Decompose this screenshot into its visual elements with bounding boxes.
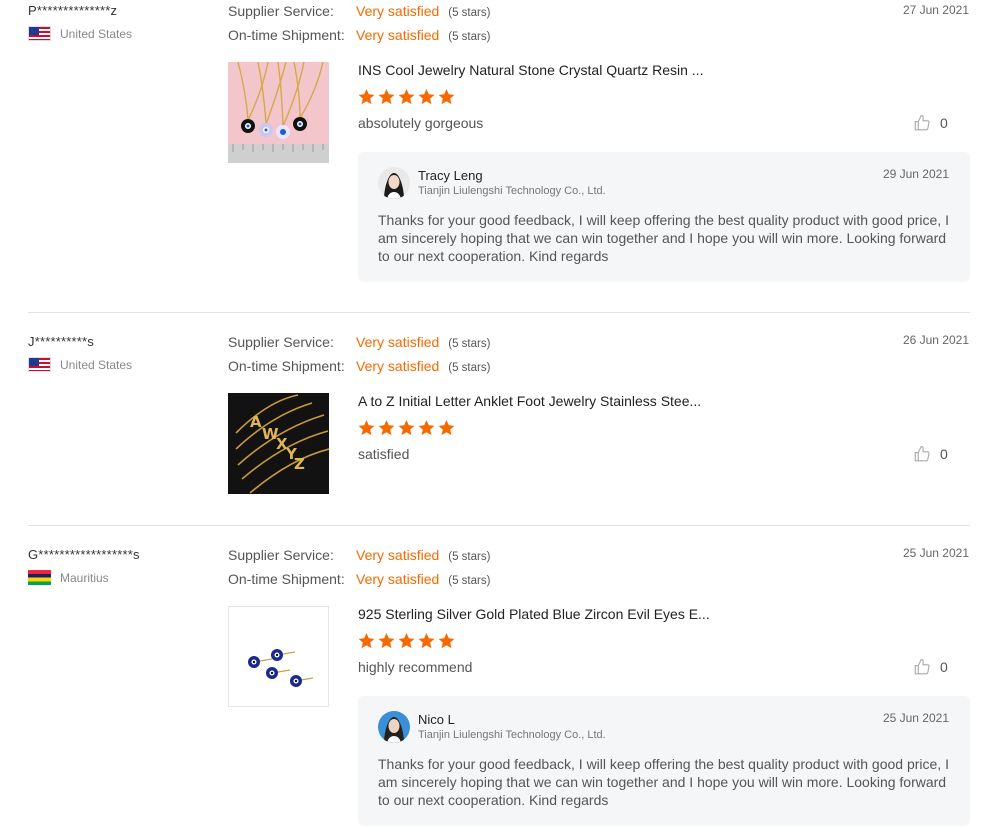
reply-text: Thanks for your good feedback, I will ke… xyxy=(378,212,949,264)
country-label: United States xyxy=(60,26,133,41)
helpful-button[interactable]: 0 xyxy=(913,658,948,676)
star-icon xyxy=(358,420,375,436)
star-icon xyxy=(418,420,435,436)
rating-stars-text: (5 stars) xyxy=(448,31,491,43)
supplier-service-rating: Supplier Service: Very satisfied (5 star… xyxy=(228,3,490,19)
reply-company: Tianjin Liulengshi Technology Co., Ltd. xyxy=(418,185,606,197)
product-title-link[interactable]: A to Z Initial Letter Anklet Foot Jewelr… xyxy=(358,393,701,409)
review-comment: absolutely gorgeous xyxy=(358,115,484,131)
shipment-rating: On-time Shipment: Very satisfied (5 star… xyxy=(228,571,490,587)
supplier-reply: Tracy Leng Tianjin Liulengshi Technology… xyxy=(358,152,970,282)
rating-value: Very satisfied xyxy=(356,358,440,374)
rating-value: Very satisfied xyxy=(356,27,440,43)
star-icon xyxy=(378,633,395,649)
product-title-link[interactable]: INS Cool Jewelry Natural Stone Crystal Q… xyxy=(358,62,703,78)
star-rating xyxy=(357,632,456,650)
review-comment: highly recommend xyxy=(358,659,473,675)
svg-text:A: A xyxy=(250,413,262,431)
reply-text: Thanks for your good feedback, I will ke… xyxy=(378,756,949,808)
review-date: 25 Jun 2021 xyxy=(902,546,969,560)
rating-label: On-time Shipment: xyxy=(228,358,345,374)
review-date: 27 Jun 2021 xyxy=(902,3,969,17)
supplier-service-rating: Supplier Service: Very satisfied (5 star… xyxy=(228,334,490,350)
helpful-button[interactable]: 0 xyxy=(913,445,948,463)
avatar xyxy=(378,711,410,743)
us-flag-icon xyxy=(28,26,51,41)
review-date: 26 Jun 2021 xyxy=(902,333,969,347)
rating-stars-text: (5 stars) xyxy=(448,7,491,19)
star-icon xyxy=(418,89,435,105)
star-icon xyxy=(398,633,415,649)
helpful-count: 0 xyxy=(940,446,948,462)
mauritius-flag-icon xyxy=(28,570,51,585)
star-icon xyxy=(358,633,375,649)
buyer-name: P**************z xyxy=(28,3,118,18)
rating-stars-text: (5 stars) xyxy=(448,362,491,374)
rating-stars-text: (5 stars) xyxy=(448,575,491,587)
shipment-rating: On-time Shipment: Very satisfied (5 star… xyxy=(228,27,490,43)
thumbs-up-icon xyxy=(914,445,930,462)
rating-value: Very satisfied xyxy=(356,334,440,350)
anklet-image[interactable]: A W X Y Z xyxy=(228,393,329,494)
helpful-count: 0 xyxy=(940,115,948,131)
shipment-rating: On-time Shipment: Very satisfied (5 star… xyxy=(228,358,490,374)
buyer-country: United States xyxy=(28,357,132,372)
country-label: Mauritius xyxy=(60,570,109,585)
product-title-link[interactable]: 925 Sterling Silver Gold Plated Blue Zir… xyxy=(358,606,710,622)
star-icon xyxy=(418,633,435,649)
star-rating xyxy=(357,419,456,437)
rating-value: Very satisfied xyxy=(356,547,440,563)
rating-stars-text: (5 stars) xyxy=(448,551,491,563)
reply-company: Tianjin Liulengshi Technology Co., Ltd. xyxy=(418,729,606,741)
thumbs-up-icon xyxy=(914,658,930,675)
us-flag-icon xyxy=(28,357,51,372)
rating-label: Supplier Service: xyxy=(228,3,334,19)
rating-value: Very satisfied xyxy=(356,3,440,19)
star-icon xyxy=(438,420,455,436)
supplier-reply: Nico L Tianjin Liulengshi Technology Co.… xyxy=(358,696,970,826)
necklace-image[interactable] xyxy=(228,62,329,163)
star-rating xyxy=(357,88,456,106)
country-label: United States xyxy=(60,357,133,372)
supplier-service-rating: Supplier Service: Very satisfied (5 star… xyxy=(228,547,490,563)
avatar xyxy=(378,167,410,199)
star-icon xyxy=(398,420,415,436)
divider xyxy=(28,312,970,313)
buyer-name: G******************s xyxy=(28,547,140,562)
buyer-country: United States xyxy=(28,26,132,41)
reply-date: 25 Jun 2021 xyxy=(882,711,949,725)
rating-label: On-time Shipment: xyxy=(228,27,345,43)
reply-author-name: Tracy Leng xyxy=(418,168,483,183)
star-icon xyxy=(398,89,415,105)
review-item: J**********s United States Supplier Serv… xyxy=(0,331,992,525)
star-icon xyxy=(438,89,455,105)
thumbs-up-icon xyxy=(914,114,930,131)
helpful-count: 0 xyxy=(940,659,948,675)
helpful-button[interactable]: 0 xyxy=(913,114,948,132)
rating-label: On-time Shipment: xyxy=(228,571,345,587)
svg-text:Z: Z xyxy=(294,455,305,473)
rating-value: Very satisfied xyxy=(356,571,440,587)
rating-label: Supplier Service: xyxy=(228,334,334,350)
review-item: P**************z United States Supplier … xyxy=(0,0,992,312)
buyer-country: Mauritius xyxy=(28,570,109,585)
divider xyxy=(28,525,970,526)
star-icon xyxy=(378,420,395,436)
reply-date: 29 Jun 2021 xyxy=(882,167,949,181)
reply-author-name: Nico L xyxy=(418,712,455,727)
review-item: G******************s Mauritius Supplier … xyxy=(0,544,992,832)
star-icon xyxy=(438,633,455,649)
review-comment: satisfied xyxy=(358,446,410,462)
star-icon xyxy=(378,89,395,105)
buyer-name: J**********s xyxy=(28,334,94,349)
star-icon xyxy=(358,89,375,105)
earrings-image[interactable] xyxy=(228,606,329,707)
rating-label: Supplier Service: xyxy=(228,547,334,563)
rating-stars-text: (5 stars) xyxy=(448,338,491,350)
